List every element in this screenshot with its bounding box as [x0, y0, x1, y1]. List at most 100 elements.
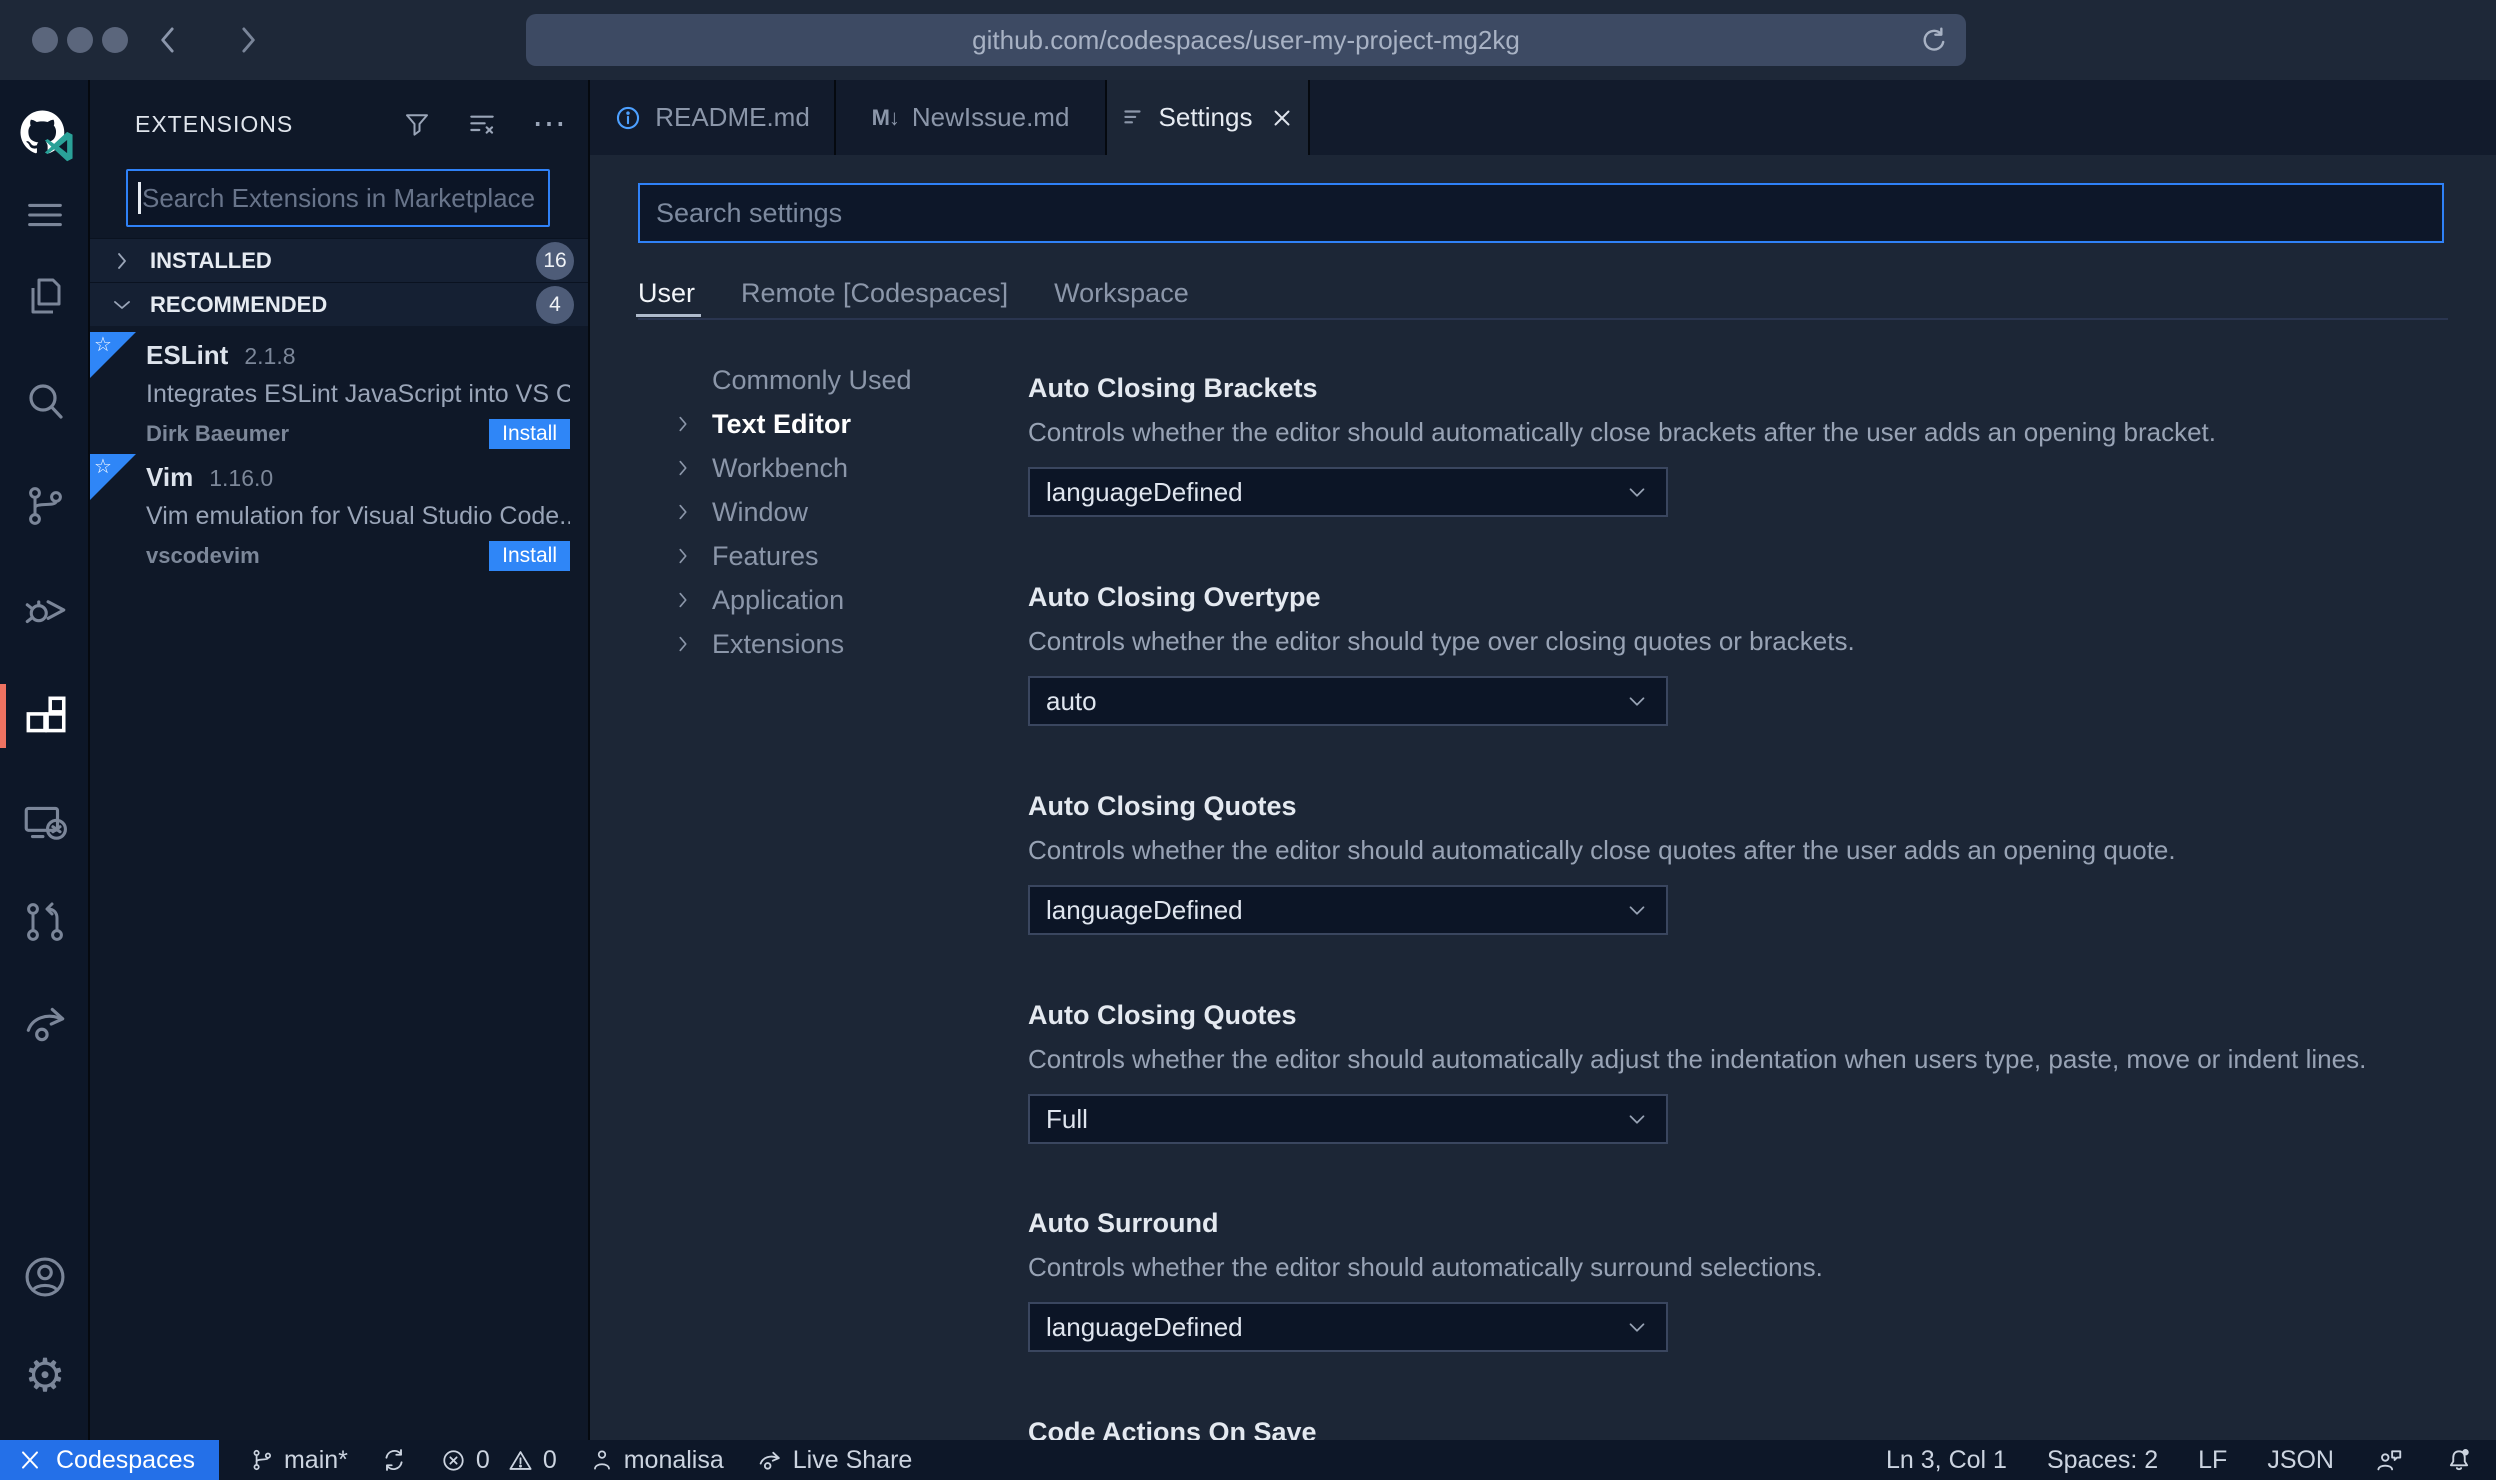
sync-icon	[380, 1446, 408, 1474]
extensions-search-input[interactable]	[128, 171, 548, 225]
setting-value-dropdown[interactable]: languageDefined	[1028, 467, 1668, 517]
chevron-right-icon	[672, 545, 694, 567]
chevron-right-icon	[110, 249, 134, 273]
scope-tab-user[interactable]: User	[635, 278, 702, 317]
menu-icon[interactable]	[0, 177, 90, 253]
setting-description: Controls whether the editor should autom…	[1028, 417, 2217, 447]
dropdown-value: auto	[1046, 685, 1097, 716]
language-mode-status[interactable]: JSON	[2267, 1446, 2334, 1475]
filter-icon[interactable]	[402, 109, 432, 139]
tab-settings[interactable]: Settings	[1107, 80, 1310, 155]
feedback-icon[interactable]	[2374, 1445, 2404, 1475]
language-label: JSON	[2267, 1445, 2334, 1474]
live-share-status[interactable]: Live Share	[756, 1446, 912, 1475]
settings-tree: Commonly Used Text Editor Workbench Wind…	[672, 358, 1012, 666]
tree-item-commonly-used[interactable]: Commonly Used	[672, 358, 1012, 402]
extensions-icon[interactable]	[0, 678, 90, 754]
window-maximize-button[interactable]	[102, 27, 128, 53]
codespaces-icon	[16, 1446, 44, 1474]
back-icon[interactable]	[150, 18, 188, 62]
vscode-workbench: ⚙ EXTENSIONS ⋯ INSTALLED	[0, 80, 2496, 1440]
dropdown-value: languageDefined	[1046, 894, 1243, 925]
tree-item-features[interactable]: Features	[672, 534, 1012, 578]
run-debug-icon[interactable]	[0, 571, 90, 647]
tree-item-label: Text Editor	[712, 408, 852, 439]
settings-entries: Auto Closing Brackets Controls whether t…	[1028, 155, 2448, 1440]
problems-status[interactable]: 0 0	[440, 1446, 557, 1475]
setting-title: Auto Closing Brackets	[1028, 373, 1318, 403]
extension-publisher: Dirk Baeumer	[146, 421, 290, 446]
reload-icon[interactable]	[1918, 24, 1950, 56]
install-button[interactable]: Install	[489, 541, 570, 571]
live-share-icon[interactable]	[0, 985, 90, 1061]
codespaces-status-button[interactable]: Codespaces	[0, 1440, 219, 1480]
branch-label: main*	[283, 1445, 348, 1474]
forward-icon[interactable]	[228, 18, 266, 62]
setting-auto-closing-brackets: Auto Closing Brackets Controls whether t…	[1028, 371, 2448, 517]
tab-newissue[interactable]: M↓ NewIssue.md	[836, 80, 1107, 155]
extension-card-vim[interactable]: ☆ Vim 1.16.0 Vim emulation for Visual St…	[90, 454, 588, 572]
eol-label: LF	[2198, 1445, 2228, 1474]
setting-value-dropdown[interactable]: Full	[1028, 1094, 1668, 1144]
branch-status[interactable]: main*	[249, 1446, 348, 1475]
notifications-bell-icon[interactable]	[2444, 1445, 2474, 1475]
setting-title: Auto Closing Overtype	[1028, 582, 1321, 612]
section-label: RECOMMENDED	[150, 291, 328, 317]
section-installed[interactable]: INSTALLED 16	[90, 238, 588, 282]
extension-publisher: vscodevim	[146, 543, 260, 568]
tree-item-text-editor[interactable]: Text Editor	[672, 402, 1012, 446]
person-icon	[589, 1447, 615, 1473]
tab-readme[interactable]: README.md	[590, 80, 836, 155]
tree-item-application[interactable]: Application	[672, 578, 1012, 622]
section-recommended[interactable]: RECOMMENDED 4	[90, 282, 588, 326]
active-view-indicator	[0, 684, 6, 748]
pull-request-icon[interactable]	[0, 884, 90, 960]
chevron-down-icon	[1624, 688, 1650, 714]
remote-explorer-icon[interactable]	[0, 785, 90, 861]
search-icon[interactable]	[0, 364, 90, 440]
account-icon[interactable]	[0, 1239, 90, 1315]
close-icon[interactable]	[1269, 105, 1295, 131]
setting-value-dropdown[interactable]: languageDefined	[1028, 885, 1668, 935]
tree-item-extensions[interactable]: Extensions	[672, 622, 1012, 666]
tab-label: README.md	[655, 102, 810, 132]
tree-item-workbench[interactable]: Workbench	[672, 446, 1012, 490]
install-button[interactable]: Install	[489, 419, 570, 449]
count-badge: 4	[536, 285, 574, 324]
chevron-down-icon	[1624, 897, 1650, 923]
user-status[interactable]: monalisa	[589, 1446, 724, 1475]
indentation-status[interactable]: Spaces: 2	[2047, 1446, 2158, 1475]
setting-value-dropdown[interactable]: auto	[1028, 676, 1668, 726]
tree-item-window[interactable]: Window	[672, 490, 1012, 534]
setting-value-dropdown[interactable]: languageDefined	[1028, 1302, 1668, 1352]
user-label: monalisa	[623, 1445, 724, 1474]
warning-icon	[507, 1447, 534, 1474]
cursor-position-status[interactable]: Ln 3, Col 1	[1886, 1446, 2007, 1475]
extension-card-eslint[interactable]: ☆ ESLint 2.1.8 Integrates ESLint JavaScr…	[90, 332, 588, 450]
git-branch-icon	[249, 1447, 275, 1473]
sync-status[interactable]	[380, 1446, 408, 1474]
address-bar[interactable]: github.com/codespaces/user-my-project-mg…	[526, 14, 1966, 66]
dropdown-value: languageDefined	[1046, 476, 1243, 507]
scope-tab-remote[interactable]: Remote [Codespaces]	[741, 278, 1008, 309]
tree-item-label: Features	[712, 540, 819, 571]
clear-filter-icon[interactable]	[466, 108, 498, 140]
setting-description: Controls whether the editor should autom…	[1028, 1044, 2367, 1074]
setting-title: Auto Closing Quotes	[1028, 791, 1297, 821]
setting-auto-closing-quotes: Auto Closing Quotes Controls whether the…	[1028, 789, 2448, 935]
chevron-right-icon	[672, 413, 694, 435]
tree-item-label: Window	[712, 496, 809, 527]
count-badge: 16	[536, 241, 574, 280]
extensions-search-box[interactable]	[126, 169, 550, 227]
settings-gear-icon[interactable]: ⚙	[0, 1337, 90, 1413]
url-text: github.com/codespaces/user-my-project-mg…	[972, 24, 1520, 55]
extension-name: ESLint	[146, 340, 229, 370]
source-control-icon[interactable]	[0, 468, 90, 544]
explorer-icon[interactable]	[0, 258, 90, 334]
error-count: 0	[475, 1445, 490, 1474]
eol-status[interactable]: LF	[2198, 1446, 2227, 1475]
chevron-down-icon	[1624, 479, 1650, 505]
window-close-button[interactable]	[32, 27, 58, 53]
window-minimize-button[interactable]	[67, 27, 93, 53]
more-actions-icon[interactable]: ⋯	[532, 104, 568, 144]
